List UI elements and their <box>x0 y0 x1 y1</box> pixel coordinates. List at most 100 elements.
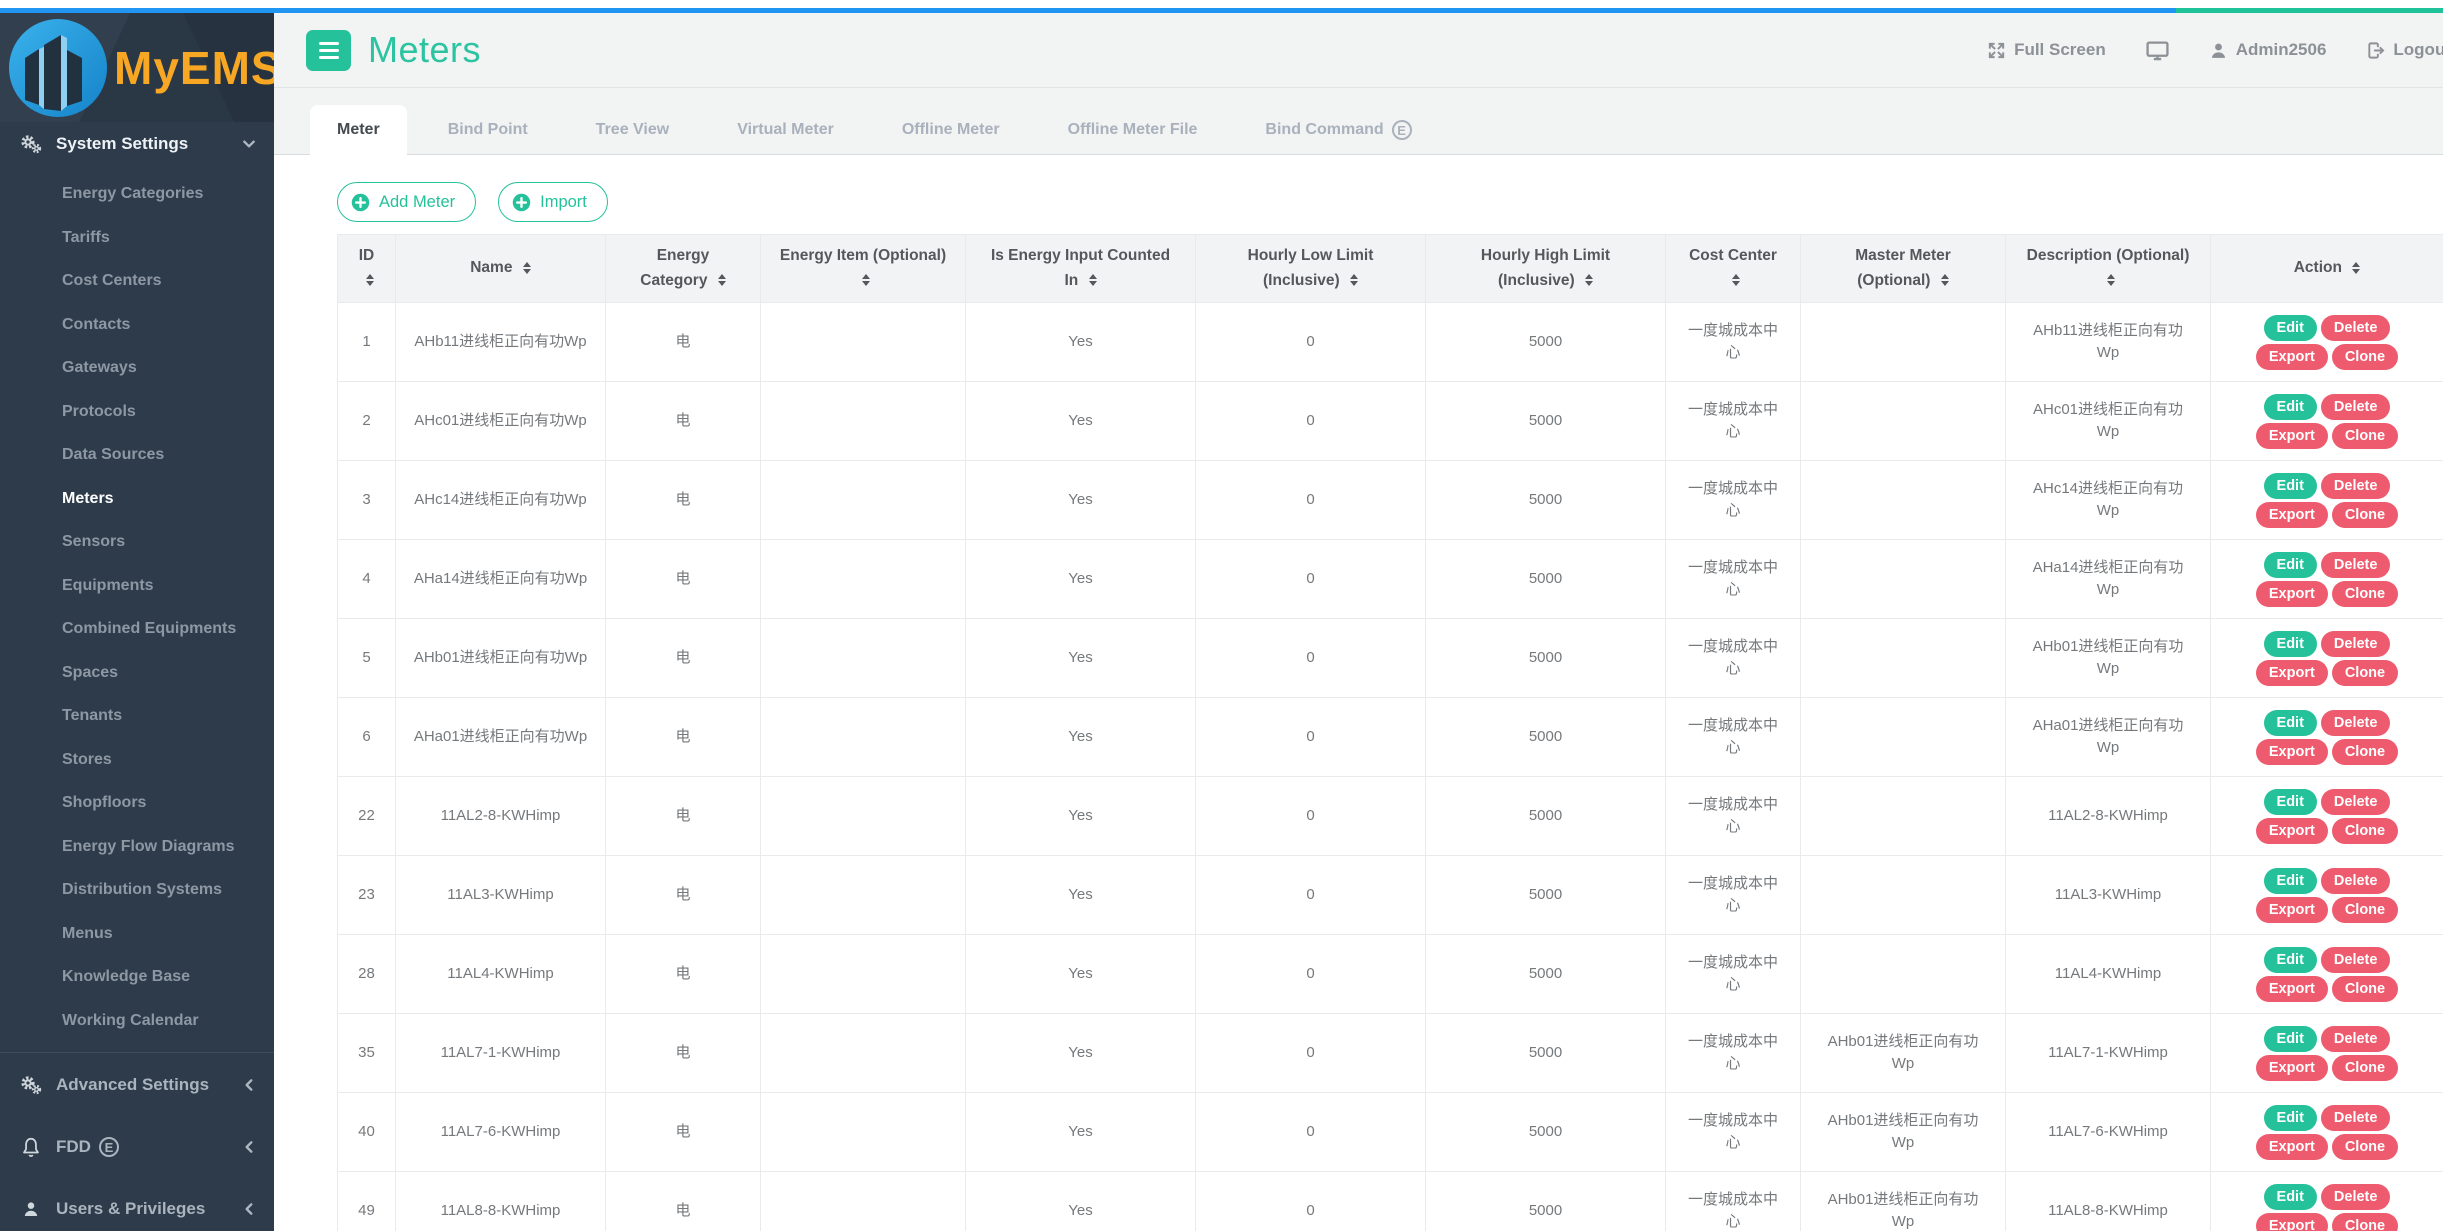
sidebar-item-cost-centers[interactable]: Cost Centers <box>0 259 274 303</box>
delete-button[interactable]: Delete <box>2321 947 2391 973</box>
export-button[interactable]: Export <box>2256 423 2328 449</box>
column-header-action[interactable]: Action <box>2211 235 2443 303</box>
sidebar-item-gateways[interactable]: Gateways <box>0 346 274 390</box>
column-header-name[interactable]: Name <box>396 235 606 303</box>
cell-energy-item <box>761 1093 966 1172</box>
sidebar-item-distribution-systems[interactable]: Distribution Systems <box>0 868 274 912</box>
delete-button[interactable]: Delete <box>2321 1184 2391 1210</box>
delete-button[interactable]: Delete <box>2321 552 2391 578</box>
clone-button[interactable]: Clone <box>2332 1055 2398 1081</box>
edit-button[interactable]: Edit <box>2264 394 2317 420</box>
tab-offline-meter-file[interactable]: Offline Meter File <box>1041 105 1225 155</box>
cell-actions: EditDelete ExportClone <box>2211 303 2443 382</box>
sidebar-section-system-settings[interactable]: System Settings <box>0 122 274 166</box>
sidebar-item-contacts[interactable]: Contacts <box>0 303 274 347</box>
sidebar-item-shopfloors[interactable]: Shopfloors <box>0 781 274 825</box>
sidebar-item-sensors[interactable]: Sensors <box>0 520 274 564</box>
column-header-energy-item-optional[interactable]: Energy Item (Optional) <box>761 235 966 303</box>
sidebar-item-combined-equipments[interactable]: Combined Equipments <box>0 607 274 651</box>
edit-button[interactable]: Edit <box>2264 1026 2317 1052</box>
clone-button[interactable]: Clone <box>2332 818 2398 844</box>
delete-button[interactable]: Delete <box>2321 710 2391 736</box>
clone-button[interactable]: Clone <box>2332 739 2398 765</box>
edit-button[interactable]: Edit <box>2264 789 2317 815</box>
tab-meter[interactable]: Meter <box>310 105 407 155</box>
clone-button[interactable]: Clone <box>2332 976 2398 1002</box>
sidebar-toggle-button[interactable] <box>306 30 351 71</box>
edit-button[interactable]: Edit <box>2264 631 2317 657</box>
column-header-master-meter-optional[interactable]: Master Meter (Optional) <box>1801 235 2006 303</box>
app-logo[interactable]: MyEMS <box>0 13 274 122</box>
export-button[interactable]: Export <box>2256 1213 2328 1231</box>
edit-button[interactable]: Edit <box>2264 473 2317 499</box>
edit-button[interactable]: Edit <box>2264 1184 2317 1210</box>
logout-button[interactable]: Logout <box>2366 40 2443 60</box>
tab-tree-view[interactable]: Tree View <box>569 105 697 155</box>
column-header-cost-center[interactable]: Cost Center <box>1666 235 1801 303</box>
delete-button[interactable]: Delete <box>2321 315 2391 341</box>
tab-offline-meter[interactable]: Offline Meter <box>875 105 1027 155</box>
sidebar-item-menus[interactable]: Menus <box>0 912 274 956</box>
edit-button[interactable]: Edit <box>2264 710 2317 736</box>
export-button[interactable]: Export <box>2256 344 2328 370</box>
delete-button[interactable]: Delete <box>2321 1105 2391 1131</box>
clone-button[interactable]: Clone <box>2332 660 2398 686</box>
import-button[interactable]: Import <box>498 182 608 222</box>
export-button[interactable]: Export <box>2256 818 2328 844</box>
sidebar-item-energy-flow-diagrams[interactable]: Energy Flow Diagrams <box>0 825 274 869</box>
delete-button[interactable]: Delete <box>2321 789 2391 815</box>
add-meter-button[interactable]: Add Meter <box>337 182 476 222</box>
column-header-energy-category[interactable]: Energy Category <box>606 235 761 303</box>
full-screen-button[interactable]: Full Screen <box>1987 40 2106 60</box>
clone-button[interactable]: Clone <box>2332 344 2398 370</box>
sidebar-section-advanced-settings[interactable]: Advanced Settings <box>0 1063 274 1107</box>
sidebar-item-tenants[interactable]: Tenants <box>0 694 274 738</box>
clone-button[interactable]: Clone <box>2332 581 2398 607</box>
delete-button[interactable]: Delete <box>2321 473 2391 499</box>
sidebar-item-protocols[interactable]: Protocols <box>0 390 274 434</box>
edit-button[interactable]: Edit <box>2264 1105 2317 1131</box>
edit-button[interactable]: Edit <box>2264 947 2317 973</box>
sidebar-section-users-privileges[interactable]: Users & Privileges <box>0 1187 274 1231</box>
export-button[interactable]: Export <box>2256 897 2328 923</box>
export-button[interactable]: Export <box>2256 1055 2328 1081</box>
sidebar-item-knowledge-base[interactable]: Knowledge Base <box>0 955 274 999</box>
edit-button[interactable]: Edit <box>2264 552 2317 578</box>
delete-button[interactable]: Delete <box>2321 631 2391 657</box>
delete-button[interactable]: Delete <box>2321 868 2391 894</box>
delete-button[interactable]: Delete <box>2321 1026 2391 1052</box>
clone-button[interactable]: Clone <box>2332 897 2398 923</box>
edit-button[interactable]: Edit <box>2264 315 2317 341</box>
clone-button[interactable]: Clone <box>2332 1134 2398 1160</box>
export-button[interactable]: Export <box>2256 581 2328 607</box>
column-header-id[interactable]: ID <box>338 235 396 303</box>
delete-button[interactable]: Delete <box>2321 394 2391 420</box>
edit-button[interactable]: Edit <box>2264 868 2317 894</box>
sidebar-item-energy-categories[interactable]: Energy Categories <box>0 172 274 216</box>
export-button[interactable]: Export <box>2256 739 2328 765</box>
sidebar-item-tariffs[interactable]: Tariffs <box>0 216 274 260</box>
export-button[interactable]: Export <box>2256 660 2328 686</box>
user-menu[interactable]: Admin2506 <box>2209 40 2327 60</box>
clone-button[interactable]: Clone <box>2332 423 2398 449</box>
sidebar-item-stores[interactable]: Stores <box>0 738 274 782</box>
column-header-is-energy-input-counted-in[interactable]: Is Energy Input Counted In <box>966 235 1196 303</box>
export-button[interactable]: Export <box>2256 976 2328 1002</box>
column-header-description-optional[interactable]: Description (Optional) <box>2006 235 2211 303</box>
sidebar-item-equipments[interactable]: Equipments <box>0 564 274 608</box>
tab-virtual-meter[interactable]: Virtual Meter <box>710 105 861 155</box>
export-button[interactable]: Export <box>2256 502 2328 528</box>
display-mode-button[interactable] <box>2146 40 2169 61</box>
sidebar-item-data-sources[interactable]: Data Sources <box>0 433 274 477</box>
sidebar-item-meters[interactable]: Meters <box>0 477 274 521</box>
sidebar-item-working-calendar[interactable]: Working Calendar <box>0 999 274 1043</box>
sidebar-section-fdd[interactable]: FDD E <box>0 1125 274 1169</box>
export-button[interactable]: Export <box>2256 1134 2328 1160</box>
clone-button[interactable]: Clone <box>2332 1213 2398 1231</box>
clone-button[interactable]: Clone <box>2332 502 2398 528</box>
tab-bind-point[interactable]: Bind Point <box>421 105 555 155</box>
tab-bind-command[interactable]: Bind Command E <box>1238 105 1438 155</box>
column-header-hourly-high-limit-inclusive[interactable]: Hourly High Limit (Inclusive) <box>1426 235 1666 303</box>
sidebar-item-spaces[interactable]: Spaces <box>0 651 274 695</box>
column-header-hourly-low-limit-inclusive[interactable]: Hourly Low Limit (Inclusive) <box>1196 235 1426 303</box>
